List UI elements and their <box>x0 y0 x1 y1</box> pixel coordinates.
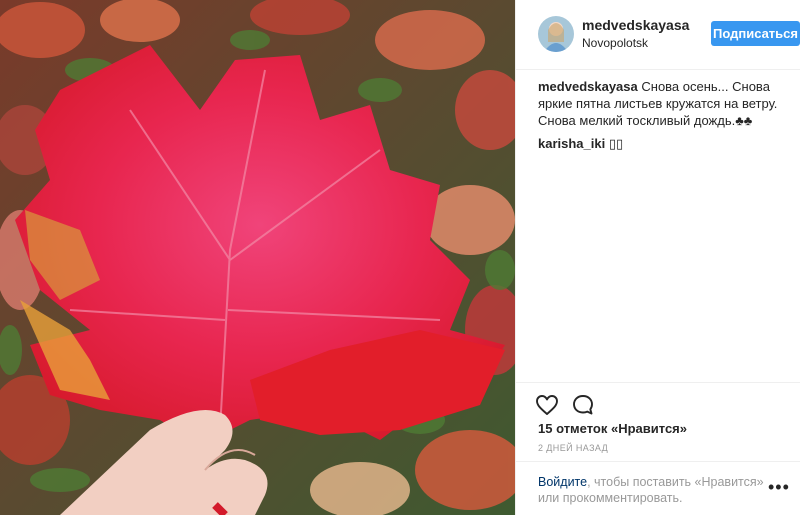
comment-item: karisha_iki ▯▯ <box>538 135 793 152</box>
avatar[interactable] <box>538 16 574 52</box>
instagram-post: medvedskayasa Novopolotsk Подписаться me… <box>0 0 800 515</box>
avatar-image <box>538 16 574 52</box>
comments-section: medvedskayasa Снова осень... Снова яркие… <box>538 78 793 152</box>
login-prompt-text: Войдите, чтобы поставить «Нравится» или … <box>538 474 768 506</box>
speech-bubble-icon <box>573 395 593 415</box>
post-timestamp[interactable]: 2 ДНЕЙ НАЗАД <box>538 443 608 453</box>
caption-username[interactable]: medvedskayasa <box>538 79 638 94</box>
login-link[interactable]: Войдите <box>538 475 587 489</box>
header-username[interactable]: medvedskayasa <box>582 17 689 33</box>
comment-username[interactable]: karisha_iki <box>538 136 605 151</box>
maple-leaf-photo <box>0 0 515 515</box>
post-actions: 15 отметок «Нравится» 2 ДНЕЙ НАЗАД Войди… <box>516 382 800 515</box>
header-location[interactable]: Novopolotsk <box>582 36 648 50</box>
comment-text: ▯▯ <box>608 136 624 151</box>
post-sidebar: medvedskayasa Novopolotsk Подписаться me… <box>515 0 800 515</box>
like-button[interactable] <box>535 393 559 417</box>
comment-button[interactable] <box>571 393 595 417</box>
login-prompt: Войдите, чтобы поставить «Нравится» или … <box>516 461 800 515</box>
more-options-button[interactable]: ••• <box>768 478 790 496</box>
post-photo[interactable] <box>0 0 515 515</box>
likes-count[interactable]: 15 отметок «Нравится» <box>538 421 687 436</box>
follow-button[interactable]: Подписаться <box>711 21 800 46</box>
heart-icon <box>536 395 558 415</box>
post-header: medvedskayasa Novopolotsk Подписаться <box>516 0 800 70</box>
caption: medvedskayasa Снова осень... Снова яркие… <box>538 78 793 129</box>
